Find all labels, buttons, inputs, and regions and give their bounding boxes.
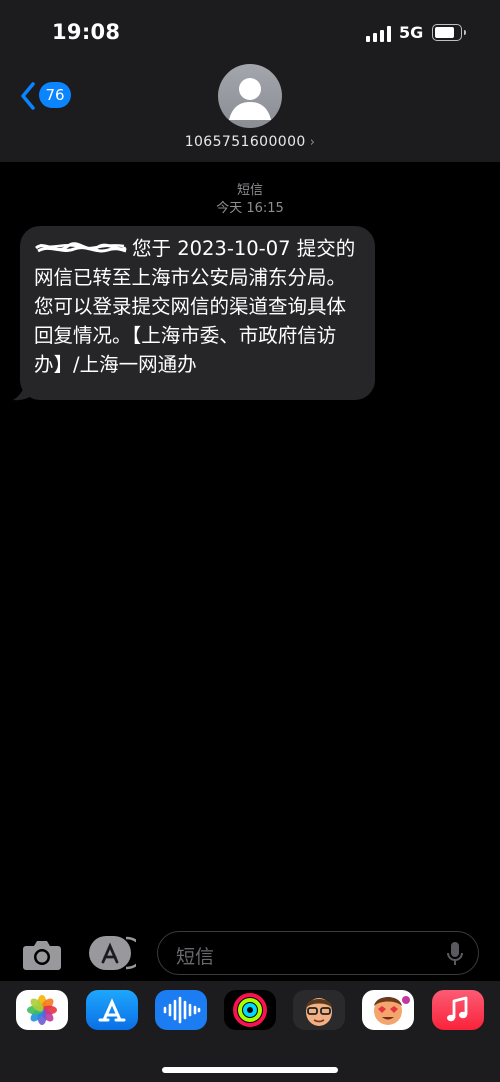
chevron-right-icon: › [309,135,316,150]
apps-button[interactable] [88,934,145,972]
message-service-label: 短信 [236,183,263,198]
message-text: 您于 2023-10-07 提交的网信已转至上海市公安局浦东分局。您可以登录提交… [34,234,361,379]
contact-number: 1065751600000 [184,134,306,150]
redaction-scribble [34,237,128,257]
message-input[interactable]: 短信 [157,931,479,975]
back-button[interactable]: 76 [20,80,80,114]
contact-name-button[interactable]: 1065751600000 › [0,134,500,150]
message-bubble[interactable]: 您于 2023-10-07 提交的网信已转至上海市公安局浦东分局。您可以登录提交… [20,226,375,400]
message-input-placeholder: 短信 [176,946,215,968]
camera-icon [23,941,61,970]
fitness-activity-app-icon[interactable] [224,990,276,1030]
status-bar: 19:08 5G [0,0,500,64]
network-type: 5G [399,23,424,42]
microphone-icon[interactable] [446,941,464,967]
music-app-icon[interactable] [432,990,484,1030]
battery-fill [435,27,454,38]
app-store-app-icon[interactable] [86,990,138,1030]
message-timestamp: 今天 16:15 [216,201,284,216]
header: 19:08 5G 76 1065751600000 › [0,0,500,162]
person-icon [229,78,271,120]
unread-count-badge: 76 [39,82,71,108]
battery-icon [432,24,466,41]
photos-app-icon[interactable] [16,990,68,1030]
status-time: 19:08 [52,20,121,44]
memoji-stickers-app-icon[interactable] [362,990,414,1030]
contact-avatar[interactable] [218,64,282,128]
home-indicator[interactable] [162,1067,338,1073]
audio-messages-app-icon[interactable] [155,990,207,1030]
app-store-icon [89,936,145,970]
chevron-left-icon [21,82,35,110]
camera-button[interactable] [22,936,62,972]
memoji-app-icon[interactable] [293,990,345,1030]
cellular-signal-icon [366,26,392,42]
